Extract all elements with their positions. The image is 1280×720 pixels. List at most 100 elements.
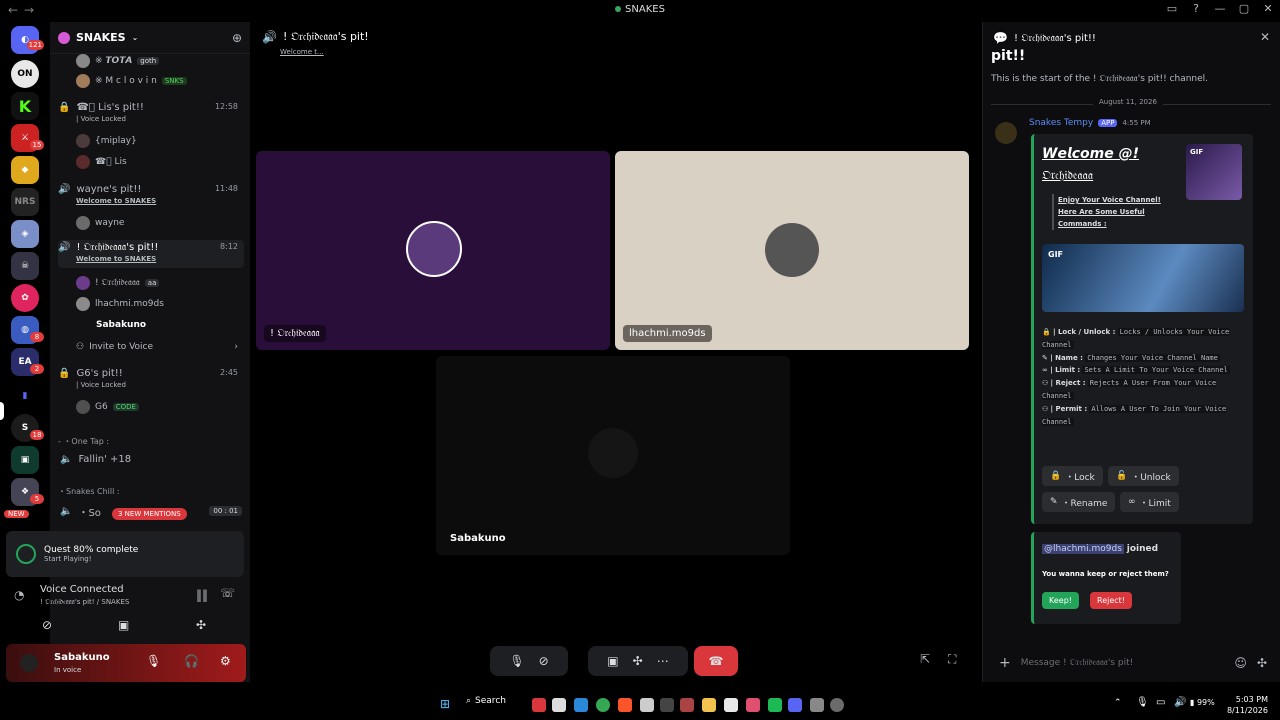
video-tile-orchideaaa[interactable]: ! 𝔒𝔯𝔠𝔥𝔦𝔡𝔢𝔞𝔞𝔞 xyxy=(256,151,610,350)
apps-icon[interactable]: ✣ xyxy=(1257,656,1267,670)
disconnect-button[interactable]: ☎ xyxy=(694,646,738,676)
activities-icon[interactable]: ✣ xyxy=(196,618,206,632)
reject-button[interactable]: Reject! xyxy=(1090,592,1133,609)
voice-channel-lis[interactable]: 🔒 ☎ﾟ Lis's pit!! 12:58 | Voice Locked xyxy=(58,102,244,123)
rename-button[interactable]: ✎ ・Rename xyxy=(1042,492,1116,512)
taskbar-app-icon[interactable] xyxy=(532,698,546,712)
settings-gear-icon[interactable]: ⚙ xyxy=(220,654,231,668)
taskbar-search[interactable]: ⌕ Search xyxy=(466,696,506,706)
voice-user[interactable]: wayne xyxy=(76,214,246,232)
plus-icon[interactable]: + xyxy=(999,655,1011,671)
clock[interactable]: 5:03 PM 8/11/2026 xyxy=(1222,694,1268,716)
discord-taskbar-icon[interactable] xyxy=(788,698,802,712)
taskbar-app-icon[interactable] xyxy=(768,698,782,712)
voice-user[interactable]: lhachmi.mo9ds xyxy=(76,295,246,313)
network-icon[interactable]: ▭ xyxy=(1156,697,1165,708)
server-icon-5[interactable]: NRS xyxy=(11,188,39,216)
folder-icon[interactable]: ▮ xyxy=(11,382,39,410)
server-icon-12[interactable]: ▣ xyxy=(11,446,39,474)
chevron-right-icon: › xyxy=(234,342,238,352)
mic-icon[interactable]: 🎙 xyxy=(146,654,161,668)
keep-button[interactable]: Keep! xyxy=(1042,592,1079,609)
taskbar-app-icon[interactable] xyxy=(552,698,566,712)
camera-off-icon[interactable]: ⊘ xyxy=(42,618,52,632)
close-window-button[interactable]: ✕ xyxy=(1256,2,1280,15)
voice-channel-wayne[interactable]: 🔊 wayne's pit!! 11:48 Welcome to SNAKES xyxy=(58,184,244,205)
voice-connected-subtitle[interactable]: ! 𝔒𝔯𝔠𝔥𝔦𝔡𝔢𝔞𝔞𝔞's pit! / SNAKES xyxy=(40,598,129,607)
voice-channel-g6[interactable]: 🔒 G6's pit!! 2:45 | Voice Locked xyxy=(58,368,244,389)
command-permit: ⚇ | Permit : Allows A User To Join Your … xyxy=(1042,404,1227,426)
activities-icon[interactable]: ✣ xyxy=(633,654,643,668)
camera-off-icon[interactable]: ⊘ xyxy=(539,654,549,668)
taskbar-app-icon[interactable] xyxy=(830,698,844,712)
voice-user[interactable]: G6 CODE xyxy=(76,398,246,416)
server-icon-one[interactable]: ON xyxy=(11,60,39,88)
channel-partial[interactable]: 🔈 ・So xyxy=(60,504,101,519)
taskbar-app-icon[interactable] xyxy=(574,698,588,712)
new-mentions-pill[interactable]: 3 NEW MENTIONS xyxy=(112,508,187,520)
embed-gif[interactable]: GIF xyxy=(1042,244,1244,312)
bot-avatar[interactable] xyxy=(995,122,1017,144)
voice-user[interactable]: ! 𝔒𝔯𝔠𝔥𝔦𝔡𝔢𝔞𝔞𝔞 aa xyxy=(76,274,246,292)
server-icon-4[interactable]: ◆ xyxy=(11,156,39,184)
channel-fallin[interactable]: 🔈 Fallin' +18 xyxy=(60,454,131,465)
headphones-icon[interactable]: 🎧 xyxy=(184,654,199,668)
disconnect-icon[interactable]: ☏ xyxy=(220,586,235,600)
minimize-button[interactable]: — xyxy=(1208,2,1232,15)
avatar[interactable] xyxy=(20,654,38,672)
close-icon[interactable]: ✕ xyxy=(1260,30,1270,44)
voice-user[interactable]: ☎ﾟ Lis xyxy=(76,153,246,171)
taskbar-app-icon[interactable] xyxy=(640,698,654,712)
taskbar-app-icon[interactable] xyxy=(724,698,738,712)
volume-icon[interactable]: 🔊 xyxy=(1174,697,1186,708)
message-input[interactable]: Message ! 𝔒𝔯𝔠𝔥𝔦𝔡𝔢𝔞𝔞𝔞's pit! xyxy=(1021,658,1225,668)
composer: + Message ! 𝔒𝔯𝔠𝔥𝔦𝔡𝔢𝔞𝔞𝔞's pit! ☺ ✣ xyxy=(989,648,1275,678)
tray-chevron-icon[interactable]: ⌃ xyxy=(1114,698,1122,708)
stage-subtitle[interactable]: Welcome t... xyxy=(280,48,324,56)
taskbar-app-icon[interactable] xyxy=(810,698,824,712)
quest-banner[interactable]: Quest 80% complete Start Playing! xyxy=(6,531,244,577)
voice-user[interactable]: {miplay} xyxy=(76,132,246,150)
screen-share-icon[interactable]: ▣ xyxy=(118,618,129,632)
voice-user[interactable]: ※ M c l o v i n SNKS xyxy=(76,72,246,90)
battery-indicator[interactable]: ▮ 99% xyxy=(1190,698,1215,707)
taskbar-app-icon[interactable] xyxy=(680,698,694,712)
bot-name[interactable]: Snakes Tempy xyxy=(1029,118,1093,128)
taskbar-app-icon[interactable] xyxy=(660,698,674,712)
chrome-icon[interactable] xyxy=(596,698,610,712)
file-explorer-icon[interactable] xyxy=(702,698,716,712)
invite-to-voice[interactable]: ⚇ Invite to Voice › xyxy=(76,338,246,356)
windows-start-icon[interactable]: ⊞ xyxy=(440,697,450,711)
inbox-icon[interactable]: ▭ xyxy=(1160,2,1184,15)
noise-suppression-icon[interactable]: ‖‖ xyxy=(196,588,208,602)
fullscreen-icon[interactable]: ⛶ xyxy=(948,652,956,667)
voice-user[interactable]: Sabakuno xyxy=(96,316,266,334)
screen-share-icon[interactable]: ▣ xyxy=(607,654,618,668)
category-snakes-chill[interactable]: ・Snakes Chill : xyxy=(58,486,120,497)
server-header[interactable]: SNAKES ⌄ ⊕ xyxy=(50,22,250,54)
video-tile-lhachmi[interactable]: lhachmi.mo9ds xyxy=(615,151,969,350)
category-one-tap[interactable]: - ・One Tap : xyxy=(58,436,109,447)
lock-button[interactable]: 🔒 ・Lock xyxy=(1042,466,1103,486)
video-tile-sabakuno[interactable]: Sabakuno xyxy=(436,356,790,555)
help-icon[interactable]: ? xyxy=(1184,2,1208,15)
pop-out-icon[interactable]: ⇱ xyxy=(920,652,930,666)
add-friend-icon[interactable]: ⊕ xyxy=(232,31,242,45)
taskbar-app-icon[interactable] xyxy=(746,698,760,712)
mic-tray-icon[interactable]: 🎙 xyxy=(1136,697,1149,708)
mic-icon[interactable]: 🎙 xyxy=(509,654,524,668)
limit-button[interactable]: ∞ ・Limit xyxy=(1120,492,1179,512)
server-icon-kick[interactable]: K xyxy=(11,92,39,120)
maximize-button[interactable]: ▢ xyxy=(1232,2,1256,15)
user-mention[interactable]: @lhachmi.mo9ds xyxy=(1042,544,1124,554)
voice-channel-orchideaaa[interactable]: 🔊! 𝔒𝔯𝔠𝔥𝔦𝔡𝔢𝔞𝔞𝔞's pit!! 8:12 Welcome to SN… xyxy=(58,240,244,268)
server-icon-7[interactable]: ☠ xyxy=(11,252,39,280)
server-icon-8[interactable]: ✿ xyxy=(11,284,39,312)
voice-user[interactable]: ※ 𝙏𝙊𝙏𝘼 goth xyxy=(76,52,246,70)
emoji-icon[interactable]: ☺ xyxy=(1234,656,1247,670)
brave-icon[interactable] xyxy=(618,698,632,712)
server-icon-6[interactable]: ◈ xyxy=(11,220,39,248)
unlock-button[interactable]: 🔓 ・Unlock xyxy=(1108,466,1179,486)
more-icon[interactable]: ⋯ xyxy=(657,654,669,668)
signal-icon[interactable]: ◔ xyxy=(14,588,24,602)
